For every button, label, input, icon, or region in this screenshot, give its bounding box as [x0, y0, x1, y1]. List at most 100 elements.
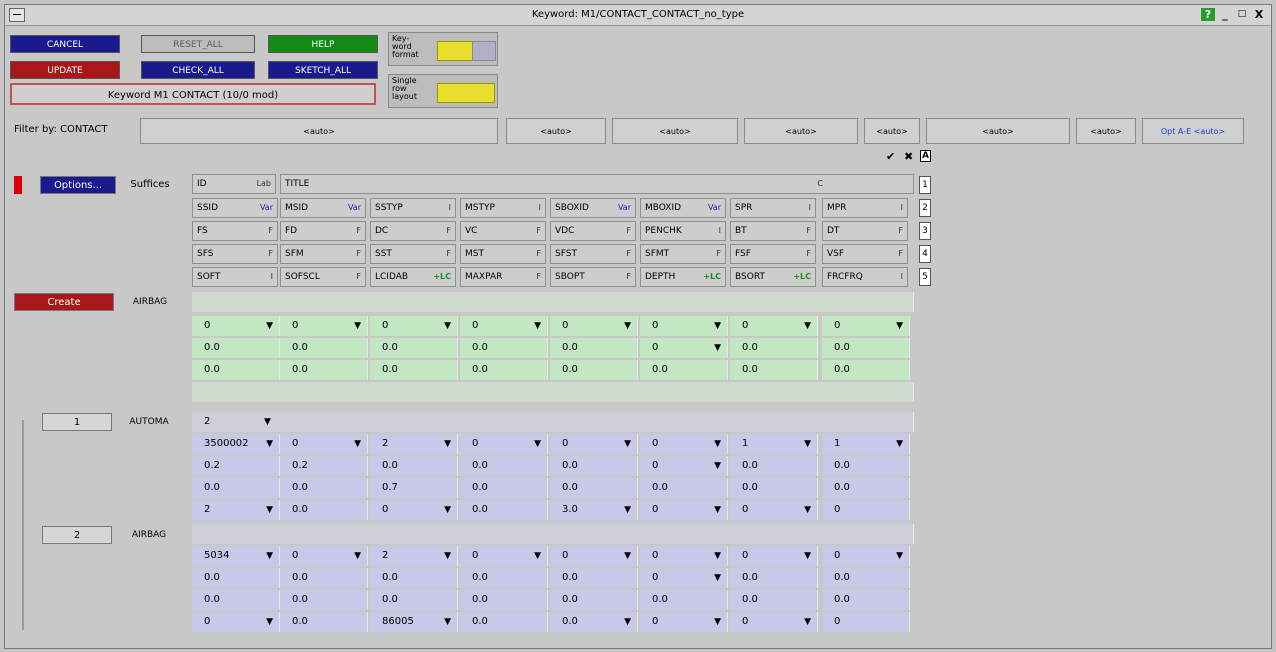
header-title[interactable]: TITLE C: [280, 174, 914, 194]
entry-2-cell[interactable]: 0.0: [280, 612, 368, 632]
options-button[interactable]: Options...: [40, 176, 116, 194]
entry-1-cell[interactable]: 1 ▼: [822, 434, 910, 454]
dropdown-icon[interactable]: ▼: [534, 546, 541, 566]
dropdown-icon[interactable]: ▼: [804, 612, 811, 632]
create-cell[interactable]: 0 ▼: [640, 316, 728, 336]
header-sfm[interactable]: SFM F: [280, 244, 366, 264]
dropdown-icon[interactable]: ▼: [714, 612, 721, 632]
header-soft[interactable]: SOFT I: [192, 267, 278, 287]
entry-2-cell[interactable]: 0 ▼: [640, 612, 728, 632]
create-cell[interactable]: 0 ▼: [370, 316, 458, 336]
create-cell[interactable]: 0.0: [280, 360, 368, 380]
entry-1-cell[interactable]: 0 ▼: [550, 434, 638, 454]
dropdown-icon[interactable]: ▼: [714, 500, 721, 520]
dropdown-icon[interactable]: ▼: [804, 434, 811, 454]
entry-2-cell[interactable]: 0.0: [192, 590, 280, 610]
dropdown-icon[interactable]: ▼: [266, 500, 273, 520]
header-dc[interactable]: DC F: [370, 221, 456, 241]
suffices-button[interactable]: Suffices: [120, 176, 180, 194]
single-row-layout-toggle[interactable]: Single row layout: [388, 74, 498, 108]
header-fs[interactable]: FS F: [192, 221, 278, 241]
header-vsf[interactable]: VSF F: [822, 244, 908, 264]
close-icon[interactable]: X: [1252, 8, 1266, 21]
dropdown-icon[interactable]: ▼: [714, 546, 721, 566]
dropdown-icon[interactable]: ▼: [624, 612, 631, 632]
entry-1-cell[interactable]: 0: [822, 500, 910, 520]
create-cell[interactable]: 0.0: [730, 338, 818, 358]
update-button[interactable]: UPDATE: [10, 61, 120, 79]
entry-1-cell[interactable]: 0.0: [640, 478, 728, 498]
create-cell[interactable]: 0.0: [280, 338, 368, 358]
dropdown-icon[interactable]: ▼: [624, 546, 631, 566]
create-cell[interactable]: 0.0: [550, 338, 638, 358]
entry-1-cell[interactable]: 0.2: [192, 456, 280, 476]
dropdown-icon[interactable]: ▼: [896, 434, 903, 454]
create-cell[interactable]: 0 ▼: [192, 316, 280, 336]
dropdown-icon[interactable]: ▼: [266, 316, 273, 336]
entry-2-type[interactable]: AIRBAG: [114, 526, 184, 544]
create-cell[interactable]: 0.0: [192, 338, 280, 358]
dropdown-icon[interactable]: ▼: [896, 316, 903, 336]
entry-2-cell[interactable]: 5034 ▼: [192, 546, 280, 566]
reject-icon[interactable]: ✖: [904, 150, 913, 163]
entry-1-cell[interactable]: 0.0: [280, 478, 368, 498]
dropdown-icon[interactable]: ▼: [714, 316, 721, 336]
filter-auto-6[interactable]: <auto>: [926, 118, 1070, 144]
dropdown-icon[interactable]: ▼: [444, 546, 451, 566]
create-cell[interactable]: 0.0: [192, 360, 280, 380]
header-ssid[interactable]: SSID Var: [192, 198, 278, 218]
header-bsort[interactable]: BSORT +LC: [730, 267, 816, 287]
header-vc[interactable]: VC F: [460, 221, 546, 241]
filter-auto-4[interactable]: <auto>: [744, 118, 858, 144]
dropdown-icon[interactable]: ▼: [534, 316, 541, 336]
entry-2-cell[interactable]: 0.0: [460, 590, 548, 610]
entry-1-cell[interactable]: 0.0: [370, 456, 458, 476]
create-cell[interactable]: 0.0: [460, 360, 548, 380]
header-mst[interactable]: MST F: [460, 244, 546, 264]
entry-2-cell[interactable]: 0 ▼: [460, 546, 548, 566]
entry-1-cell[interactable]: 0.0: [460, 456, 548, 476]
entry-1-cell[interactable]: 0.0: [822, 456, 910, 476]
create-cell[interactable]: 0 ▼: [640, 338, 728, 358]
dropdown-icon[interactable]: ▼: [624, 500, 631, 520]
entry-2-cell[interactable]: 86005 ▼: [370, 612, 458, 632]
dropdown-icon[interactable]: ▼: [354, 546, 361, 566]
entry-2-cell[interactable]: 0.0: [370, 590, 458, 610]
entry-1-cell[interactable]: 0.2: [280, 456, 368, 476]
entry-2-cell[interactable]: 0.0: [822, 590, 910, 610]
entry-2-cell[interactable]: 0 ▼: [192, 612, 280, 632]
header-sfst[interactable]: SFST F: [550, 244, 636, 264]
entry-1-cell[interactable]: 0.0: [550, 478, 638, 498]
entry-2-cell[interactable]: 0.0: [822, 568, 910, 588]
entry-2-cell[interactable]: 0 ▼: [640, 546, 728, 566]
header-sst[interactable]: SST F: [370, 244, 456, 264]
header-mstyp[interactable]: MSTYP I: [460, 198, 546, 218]
dropdown-icon[interactable]: ▼: [444, 612, 451, 632]
header-lcidab[interactable]: LCIDAB +LC: [370, 267, 456, 287]
dropdown-icon[interactable]: ▼: [624, 316, 631, 336]
entry-1-cell[interactable]: 0 ▼: [730, 500, 818, 520]
entry-2-cell[interactable]: 0.0: [640, 590, 728, 610]
dropdown-icon[interactable]: ▼: [264, 412, 907, 432]
dropdown-icon[interactable]: ▼: [266, 612, 273, 632]
entry-2-cell[interactable]: 0 ▼: [730, 612, 818, 632]
cancel-button[interactable]: CANCEL: [10, 35, 120, 53]
entry-1-cell[interactable]: 1 ▼: [730, 434, 818, 454]
create-cell[interactable]: 0.0: [822, 360, 910, 380]
dropdown-icon[interactable]: ▼: [624, 434, 631, 454]
filter-auto-3[interactable]: <auto>: [612, 118, 738, 144]
entry-1-cell[interactable]: 0.0: [730, 456, 818, 476]
dropdown-icon[interactable]: ▼: [534, 434, 541, 454]
restore-icon[interactable]: □: [1235, 8, 1249, 21]
dropdown-icon[interactable]: ▼: [266, 434, 273, 454]
entry-1-cell[interactable]: 0.0: [822, 478, 910, 498]
header-id[interactable]: ID Lab: [192, 174, 276, 194]
entry-1-cell[interactable]: 0.7: [370, 478, 458, 498]
create-cell[interactable]: 0 ▼: [730, 316, 818, 336]
auto-icon[interactable]: A: [920, 150, 931, 162]
sketch-all-button[interactable]: SKETCH_ALL: [268, 61, 378, 79]
create-cell[interactable]: 0.0: [370, 360, 458, 380]
create-cell[interactable]: 0.0: [730, 360, 818, 380]
header-frcfrq[interactable]: FRCFRQ I: [822, 267, 908, 287]
dropdown-icon[interactable]: ▼: [714, 456, 721, 476]
